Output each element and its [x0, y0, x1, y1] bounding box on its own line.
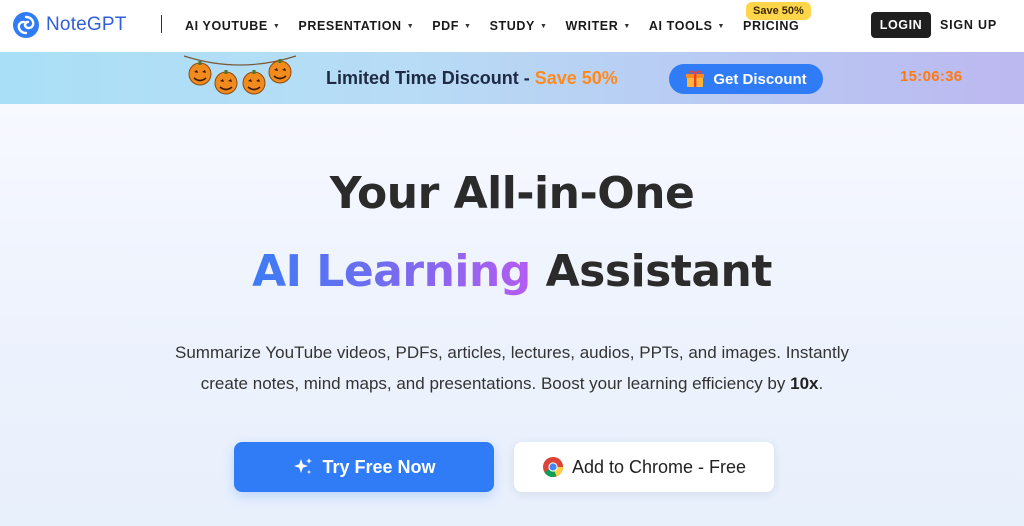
main-menu: AI YOUTUBE ▼ PRESENTATION ▼ PDF ▼ STUDY …: [185, 0, 817, 52]
get-discount-button[interactable]: Get Discount: [669, 64, 823, 94]
hero-title-gradient: AI Learning: [252, 246, 531, 297]
caret-down-icon: ▼: [272, 22, 281, 30]
subtitle-bold: 10x: [790, 374, 819, 393]
chrome-icon: [542, 457, 563, 478]
promo-headline: Limited Time Discount - Save 50%: [326, 66, 618, 90]
subtitle-text: create notes, mind maps, and presentatio…: [200, 374, 791, 393]
menu-ai-tools[interactable]: AI TOOLS ▼: [649, 19, 725, 33]
nav-divider: [161, 15, 162, 33]
hero-subtitle-line1: Summarize YouTube videos, PDFs, articles…: [174, 343, 849, 362]
menu-label: AI TOOLS: [648, 19, 713, 33]
menu-label: PDF: [432, 19, 460, 33]
caret-down-icon: ▼: [464, 22, 472, 30]
menu-label: STUDY: [489, 19, 535, 33]
caret-down-icon: ▼: [717, 22, 726, 30]
subtitle-suffix: .: [818, 374, 824, 393]
menu-ai-youtube[interactable]: AI YOUTUBE ▼: [185, 19, 280, 33]
try-free-now-label: Try Free Now: [322, 456, 436, 477]
add-to-chrome-button[interactable]: Add to Chrome - Free: [514, 442, 774, 492]
hero-title-rest: Assistant: [530, 246, 773, 297]
top-nav: NoteGPT AI YOUTUBE ▼ PRESENTATION ▼ PDF …: [0, 0, 1024, 52]
gift-icon: [686, 70, 705, 87]
notegpt-logo-icon: [13, 12, 39, 38]
promo-highlight: Save 50%: [534, 67, 618, 88]
halloween-pumpkins-icon: [183, 55, 297, 95]
menu-label: WRITER: [565, 19, 619, 33]
logo[interactable]: NoteGPT: [12, 10, 127, 40]
countdown-timer: 15:06:36: [900, 68, 963, 85]
menu-writer[interactable]: WRITER ▼: [565, 19, 630, 33]
menu-study[interactable]: STUDY ▼: [490, 19, 548, 33]
login-button[interactable]: LOGIN: [871, 12, 931, 38]
hero-title-line1: Your All-in-One: [329, 168, 695, 219]
hero-section: Your All-in-One AI Learning Assistant Su…: [0, 104, 1024, 526]
signup-link[interactable]: SIGN UP: [940, 12, 997, 38]
hero-subtitle-line2: create notes, mind maps, and presentatio…: [0, 368, 1024, 399]
get-discount-label: Get Discount: [713, 70, 807, 88]
add-to-chrome-label: Add to Chrome - Free: [571, 456, 747, 477]
menu-pdf[interactable]: PDF ▼: [432, 19, 471, 33]
pricing-save-badge: Save 50%: [746, 2, 811, 20]
promo-banner: Limited Time Discount - Save 50% Get Dis…: [0, 52, 1024, 104]
menu-label: PRESENTATION: [298, 19, 402, 33]
sparkle-icon: [294, 458, 313, 474]
caret-down-icon: ▼: [539, 22, 548, 30]
caret-down-icon: ▼: [623, 22, 631, 30]
menu-pricing[interactable]: PRICING: [743, 19, 799, 33]
menu-presentation[interactable]: PRESENTATION ▼: [298, 19, 414, 33]
menu-label: AI YOUTUBE: [185, 19, 268, 33]
promo-text: Limited Time Discount -: [326, 67, 535, 88]
hero-title-line2: AI Learning Assistant: [0, 246, 1024, 297]
menu-label: PRICING: [743, 19, 800, 33]
caret-down-icon: ▼: [406, 22, 415, 30]
try-free-now-button[interactable]: Try Free Now: [234, 442, 494, 492]
brand-name: NoteGPT: [46, 14, 127, 35]
